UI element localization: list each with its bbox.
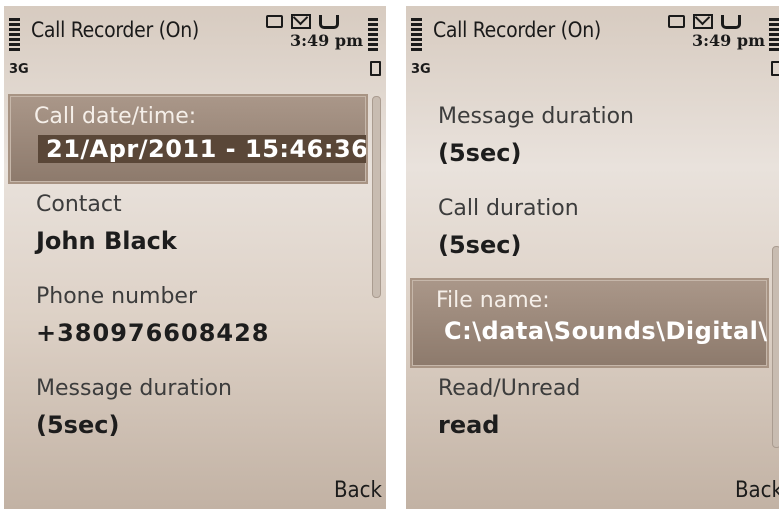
scrollbar[interactable] bbox=[772, 96, 779, 464]
battery-small-icon bbox=[370, 61, 381, 76]
item-label: Message duration bbox=[36, 376, 232, 401]
item-label: Phone number bbox=[36, 284, 198, 309]
item-value: C:\data\Sounds\Digital\CR bbox=[444, 317, 769, 345]
phone-screen-left: Call Recorder (On) 3G 3:49 pm Call date/… bbox=[4, 6, 386, 509]
item-value: (5sec) bbox=[36, 411, 120, 439]
call-icon bbox=[319, 14, 339, 29]
signal-strength-icon bbox=[9, 18, 20, 51]
scrollbar-thumb[interactable] bbox=[772, 246, 779, 448]
item-value: +380976608428 bbox=[36, 319, 270, 347]
list-item-message-duration[interactable]: Message duration (5sec) bbox=[36, 376, 366, 439]
clock: 3:49 pm bbox=[290, 31, 363, 50]
item-value: (5sec) bbox=[438, 231, 522, 259]
status-bar: Call Recorder (On) 3G 3:49 pm bbox=[4, 6, 386, 86]
envelope-icon bbox=[291, 14, 311, 29]
status-icons bbox=[668, 14, 741, 29]
item-value: read bbox=[438, 411, 500, 439]
item-value: John Black bbox=[36, 227, 177, 255]
item-value: 21/Apr/2011 - 15:46:36 bbox=[38, 135, 366, 163]
envelope-icon bbox=[693, 14, 713, 29]
list-item-message-duration[interactable]: Message duration (5sec) bbox=[438, 104, 768, 167]
sim-icon bbox=[668, 15, 685, 28]
status-icons bbox=[266, 14, 339, 29]
back-softkey[interactable]: Back bbox=[735, 478, 779, 503]
clock: 3:49 pm bbox=[692, 31, 765, 50]
battery-icon bbox=[769, 18, 779, 51]
item-label: Read/Unread bbox=[438, 376, 581, 401]
status-bar: Call Recorder (On) 3G 3:49 pm bbox=[406, 6, 779, 86]
sim-icon bbox=[266, 15, 283, 28]
list-item-file-name[interactable]: File name: C:\data\Sounds\Digital\CR bbox=[410, 278, 769, 368]
item-label: Message duration bbox=[438, 104, 634, 129]
app-title: Call Recorder (On) bbox=[31, 18, 199, 42]
phone-screen-right: Call Recorder (On) 3G 3:49 pm Message du… bbox=[406, 6, 779, 509]
network-type: 3G bbox=[411, 62, 431, 77]
item-label: Contact bbox=[36, 192, 122, 217]
list-item-contact[interactable]: Contact John Black bbox=[36, 192, 366, 255]
item-label: File name: bbox=[436, 288, 550, 313]
list-item-call-datetime[interactable]: Call date/time: 21/Apr/2011 - 15:46:36 bbox=[8, 94, 368, 184]
list-item-call-duration[interactable]: Call duration (5sec) bbox=[438, 196, 768, 259]
network-type: 3G bbox=[9, 62, 29, 77]
call-icon bbox=[721, 14, 741, 29]
app-title: Call Recorder (On) bbox=[433, 18, 601, 42]
item-label: Call duration bbox=[438, 196, 579, 221]
item-value: (5sec) bbox=[438, 139, 522, 167]
battery-small-icon bbox=[771, 61, 779, 76]
back-softkey[interactable]: Back bbox=[334, 478, 382, 503]
scrollbar-thumb[interactable] bbox=[372, 96, 381, 298]
item-label: Call date/time: bbox=[34, 104, 197, 129]
battery-icon bbox=[368, 18, 378, 51]
signal-strength-icon bbox=[411, 18, 422, 51]
list-item-phone-number[interactable]: Phone number +380976608428 bbox=[36, 284, 366, 347]
scrollbar[interactable] bbox=[372, 96, 381, 464]
list-item-read-status[interactable]: Read/Unread read bbox=[438, 376, 768, 439]
